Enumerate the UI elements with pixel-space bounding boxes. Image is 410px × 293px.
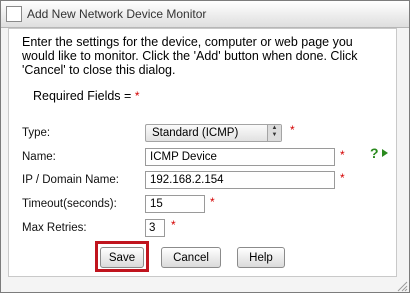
dialog-window: Add New Network Device Monitor Enter the… [0, 0, 410, 293]
retries-label: Max Retries: [22, 222, 87, 234]
required-fields-note: Required Fields = * [33, 89, 139, 103]
window-icon [6, 6, 22, 22]
timeout-label: Timeout(seconds): [22, 198, 117, 210]
timeout-required-star: * [210, 195, 215, 209]
name-input[interactable] [145, 148, 335, 166]
type-select-value: Standard (ICMP) [152, 127, 239, 139]
timeout-input[interactable] [145, 195, 205, 213]
ip-required-star: * [340, 171, 345, 185]
settings-panel: Enter the settings for the device, compu… [8, 28, 366, 277]
updown-arrows-icon: ▲ ▼ [267, 125, 281, 141]
resize-grip-icon[interactable] [396, 280, 408, 292]
help-arrow-icon[interactable]: ? [370, 145, 390, 161]
svg-text:?: ? [370, 145, 379, 161]
ip-label: IP / Domain Name: [22, 174, 119, 186]
name-required-star: * [340, 148, 345, 162]
retries-required-star: * [171, 218, 176, 232]
save-button[interactable]: Save [100, 247, 144, 268]
type-required-star: * [290, 123, 295, 137]
title-bar: Add New Network Device Monitor [1, 1, 409, 28]
required-star: * [134, 89, 140, 103]
name-label: Name: [22, 151, 56, 163]
window-title: Add New Network Device Monitor [27, 7, 207, 21]
intro-text: Enter the settings for the device, compu… [22, 35, 358, 77]
ip-domain-input[interactable] [145, 171, 335, 189]
required-fields-label: Required Fields = [33, 89, 132, 103]
type-select[interactable]: Standard (ICMP) ▲ ▼ [145, 124, 282, 142]
help-button[interactable]: Help [237, 247, 285, 268]
max-retries-input[interactable] [145, 219, 165, 237]
help-side-panel: ? [364, 28, 397, 277]
cancel-button[interactable]: Cancel [161, 247, 221, 268]
type-label: Type: [22, 127, 51, 139]
